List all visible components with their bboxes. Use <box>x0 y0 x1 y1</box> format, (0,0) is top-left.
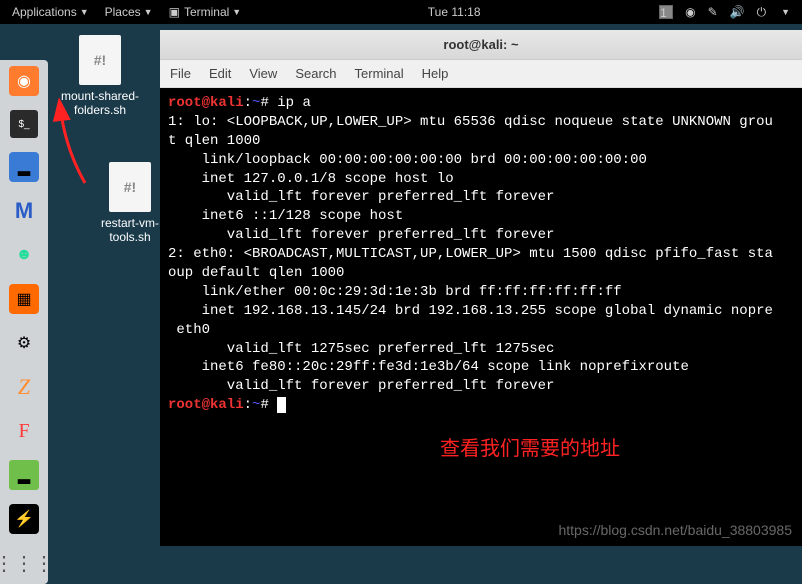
output-line: oup default qlen 1000 <box>168 265 344 281</box>
top-panel: Applications▼ Places▼ ▣ Terminal▼ Tue 11… <box>0 0 802 24</box>
menu-file[interactable]: File <box>170 66 191 81</box>
applications-menu[interactable]: Applications▼ <box>4 0 97 24</box>
output-line: valid_lft forever preferred_lft forever <box>168 189 554 205</box>
desktop-file-restart[interactable]: #! restart-vm-tools.sh <box>90 162 170 244</box>
script-file-icon: #! <box>109 162 151 212</box>
window-titlebar[interactable]: root@kali: ~ <box>160 30 802 60</box>
output-line: inet6 ::1/128 scope host <box>168 208 403 224</box>
show-apps-icon[interactable]: ⋮⋮⋮ <box>9 548 39 578</box>
faraday-icon[interactable]: F <box>9 416 39 446</box>
chevron-down-icon: ▼ <box>144 7 153 17</box>
workspace-indicator[interactable]: 1 <box>659 5 673 19</box>
desktop-file-mount[interactable]: #! mount-shared-folders.sh <box>60 35 140 117</box>
menu-terminal[interactable]: Terminal <box>355 66 404 81</box>
clock[interactable]: Tue 11:18 <box>420 0 489 24</box>
files-icon[interactable]: ▂ <box>9 152 39 182</box>
output-line: inet6 fe80::20c:29ff:fe3d:1e3b/64 scope … <box>168 359 689 375</box>
cursor <box>277 397 286 413</box>
output-line: inet 127.0.0.1/8 scope host lo <box>168 171 454 187</box>
color-tool-icon[interactable]: ⚙ <box>9 328 39 358</box>
places-menu[interactable]: Places▼ <box>97 0 161 24</box>
output-line: 1: lo: <LOOPBACK,UP,LOWER_UP> mtu 65536 … <box>168 114 773 130</box>
menu-search[interactable]: Search <box>295 66 336 81</box>
power-icon[interactable]: ⏻ <box>757 5 767 20</box>
watermark: https://blog.csdn.net/baidu_38803985 <box>558 522 792 538</box>
command-text: ip a <box>277 95 311 111</box>
output-line: inet 192.168.13.145/24 brd 192.168.13.25… <box>168 303 773 319</box>
output-line: t qlen 1000 <box>168 133 260 149</box>
menu-help[interactable]: Help <box>422 66 449 81</box>
chevron-down-icon: ▼ <box>80 7 89 17</box>
armitage-icon[interactable]: ☻ <box>9 240 39 270</box>
tweaks-icon[interactable]: ⚡ <box>9 504 39 534</box>
output-line: valid_lft 1275sec preferred_lft 1275sec <box>168 341 554 357</box>
output-line: valid_lft forever preferred_lft forever <box>168 378 554 394</box>
file-label: restart-vm-tools.sh <box>90 216 170 244</box>
output-line: 2: eth0: <BROADCAST,MULTICAST,UP,LOWER_U… <box>168 246 773 262</box>
output-line: link/ether 00:0c:29:3d:1e:3b brd ff:ff:f… <box>168 284 622 300</box>
terminal-launcher-icon[interactable]: $_ <box>10 110 38 138</box>
terminal-window: root@kali: ~ File Edit View Search Termi… <box>160 30 802 546</box>
menu-view[interactable]: View <box>249 66 277 81</box>
script-file-icon: #! <box>79 35 121 85</box>
menu-edit[interactable]: Edit <box>209 66 231 81</box>
prompt-user: root@kali <box>168 397 244 413</box>
output-line: valid_lft forever preferred_lft forever <box>168 227 554 243</box>
menubar: File Edit View Search Terminal Help <box>160 60 802 88</box>
terminal-app-menu[interactable]: ▣ Terminal▼ <box>161 0 250 24</box>
firefox-icon[interactable]: ◉ <box>9 66 39 96</box>
terminal-icon: ▣ <box>169 5 180 19</box>
metasploit-icon[interactable]: M <box>9 196 39 226</box>
network-icon[interactable]: ✎ <box>708 5 718 19</box>
sound-recorder-icon[interactable]: ◉ <box>685 5 695 19</box>
output-line: eth0 <box>168 322 210 338</box>
burp-icon[interactable]: ▦ <box>9 284 39 314</box>
zenmap-icon[interactable]: Z <box>9 372 39 402</box>
dock: ◉ $_ ▂ M ☻ ▦ ⚙ Z F ▂ ⚡ ⋮⋮⋮ <box>0 60 48 584</box>
chevron-down-icon[interactable]: ▼ <box>781 7 790 17</box>
leafpad-icon[interactable]: ▂ <box>9 460 39 490</box>
output-line: link/loopback 00:00:00:00:00:00 brd 00:0… <box>168 152 647 168</box>
chevron-down-icon: ▼ <box>232 7 241 17</box>
volume-icon[interactable]: 🔊 <box>730 5 745 19</box>
terminal-output[interactable]: root@kali:~# ip a 1: lo: <LOOPBACK,UP,LO… <box>160 88 802 546</box>
prompt-user: root@kali <box>168 95 244 111</box>
file-label: mount-shared-folders.sh <box>60 89 140 117</box>
